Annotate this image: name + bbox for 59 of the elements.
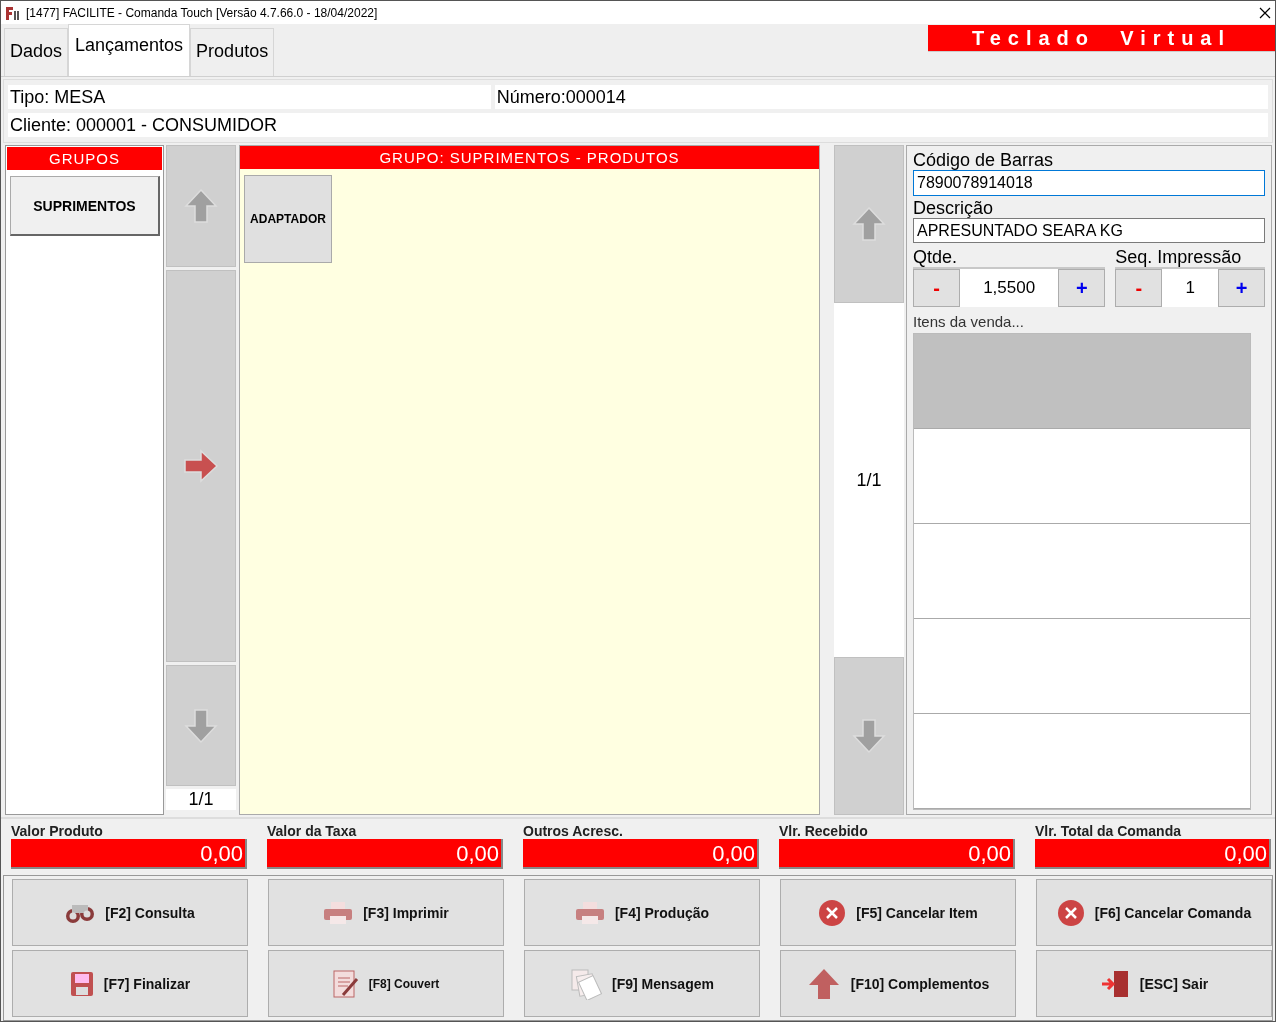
type-field: Tipo: MESA [8, 85, 491, 110]
action-button[interactable]: [F9] Mensagem [524, 950, 760, 1017]
action-button[interactable]: [F2] Consulta [12, 879, 248, 946]
increment-button[interactable]: + [1058, 269, 1106, 308]
total-value: 0,00 [267, 839, 503, 870]
scroll-down-button[interactable] [834, 657, 904, 816]
print-sequence-label: Seq. Impressão [1115, 247, 1243, 268]
printer-icon [323, 900, 354, 925]
customer-field: Cliente: 000001 - CONSUMIDOR [8, 113, 1268, 138]
print-sequence-value: 1 [1184, 277, 1196, 300]
exit-door-icon [1099, 968, 1130, 999]
scroll-down-button[interactable] [166, 665, 236, 787]
virtual-keyboard-button[interactable]: Teclado Virtual [928, 25, 1275, 53]
notepad-pencil-icon [332, 968, 359, 999]
close-icon[interactable] [1259, 6, 1271, 19]
description-label: Descrição [913, 197, 995, 218]
tab[interactable]: Produtos [190, 28, 275, 77]
products-header: GRUPO: SUPRIMENTOS - PRODUTOS [240, 146, 819, 170]
next-button[interactable] [166, 270, 236, 663]
total-value: 0,00 [1035, 839, 1271, 870]
grid-row[interactable] [914, 334, 1250, 430]
tab[interactable]: Lançamentos [68, 24, 191, 77]
scroll-up-button[interactable] [166, 145, 236, 268]
quantity-label: Qtde. [913, 247, 959, 268]
action-button[interactable]: [F10] Complementos [780, 950, 1016, 1017]
total-label: Valor Produto [11, 823, 104, 840]
cancel-icon [818, 898, 847, 927]
tab[interactable]: Dados [4, 28, 69, 77]
total-value: 0,00 [779, 839, 1015, 870]
description-field[interactable]: APRESUNTADO SEARA KG [913, 217, 1265, 244]
action-button[interactable]: [F3] Imprimir [268, 879, 504, 946]
barcode-field[interactable]: 7890078914018 [913, 170, 1265, 196]
sale-items-legend: Itens da venda... [913, 313, 1265, 331]
total-value: 0,00 [11, 839, 247, 870]
action-button[interactable]: [F5] Cancelar Item [780, 879, 1016, 946]
app-logo-icon [5, 4, 21, 21]
product-button[interactable]: ADAPTADOR [244, 175, 332, 264]
increment-button[interactable]: + [1218, 269, 1265, 308]
cancel-icon [1056, 898, 1085, 927]
total-value: 0,00 [523, 839, 759, 870]
number-field: Número:000014 [494, 85, 1268, 110]
action-button[interactable]: [F6] Cancelar Comanda [1036, 879, 1272, 946]
total-label: Vlr. Recebido [779, 823, 869, 840]
total-label: Vlr. Total da Comanda [1035, 823, 1182, 840]
group-button[interactable]: SUPRIMENTOS [10, 176, 160, 237]
quantity-value: 1,5500 [982, 277, 1037, 300]
total-label: Valor da Taxa [267, 823, 358, 840]
groups-header: GRUPOS [7, 147, 162, 171]
total-label: Outros Acresc. [523, 823, 624, 840]
window-title: [1477] FACILITE - Comanda Touch [Versão 4.7.66.0 - 18/04/2022] [26, 5, 379, 20]
action-button[interactable]: [F4] Produção [524, 879, 760, 946]
barcode-label: Código de Barras [913, 150, 1055, 171]
documents-icon [570, 967, 603, 1000]
action-button[interactable]: [F8] Couvert [268, 950, 504, 1017]
action-button[interactable]: [F7] Finalizar [12, 950, 248, 1017]
action-button[interactable]: [ESC] Sair [1036, 950, 1272, 1017]
scroll-up-button[interactable] [834, 145, 904, 304]
printer-icon [574, 900, 605, 925]
page-indicator: 1/1 [166, 789, 236, 811]
